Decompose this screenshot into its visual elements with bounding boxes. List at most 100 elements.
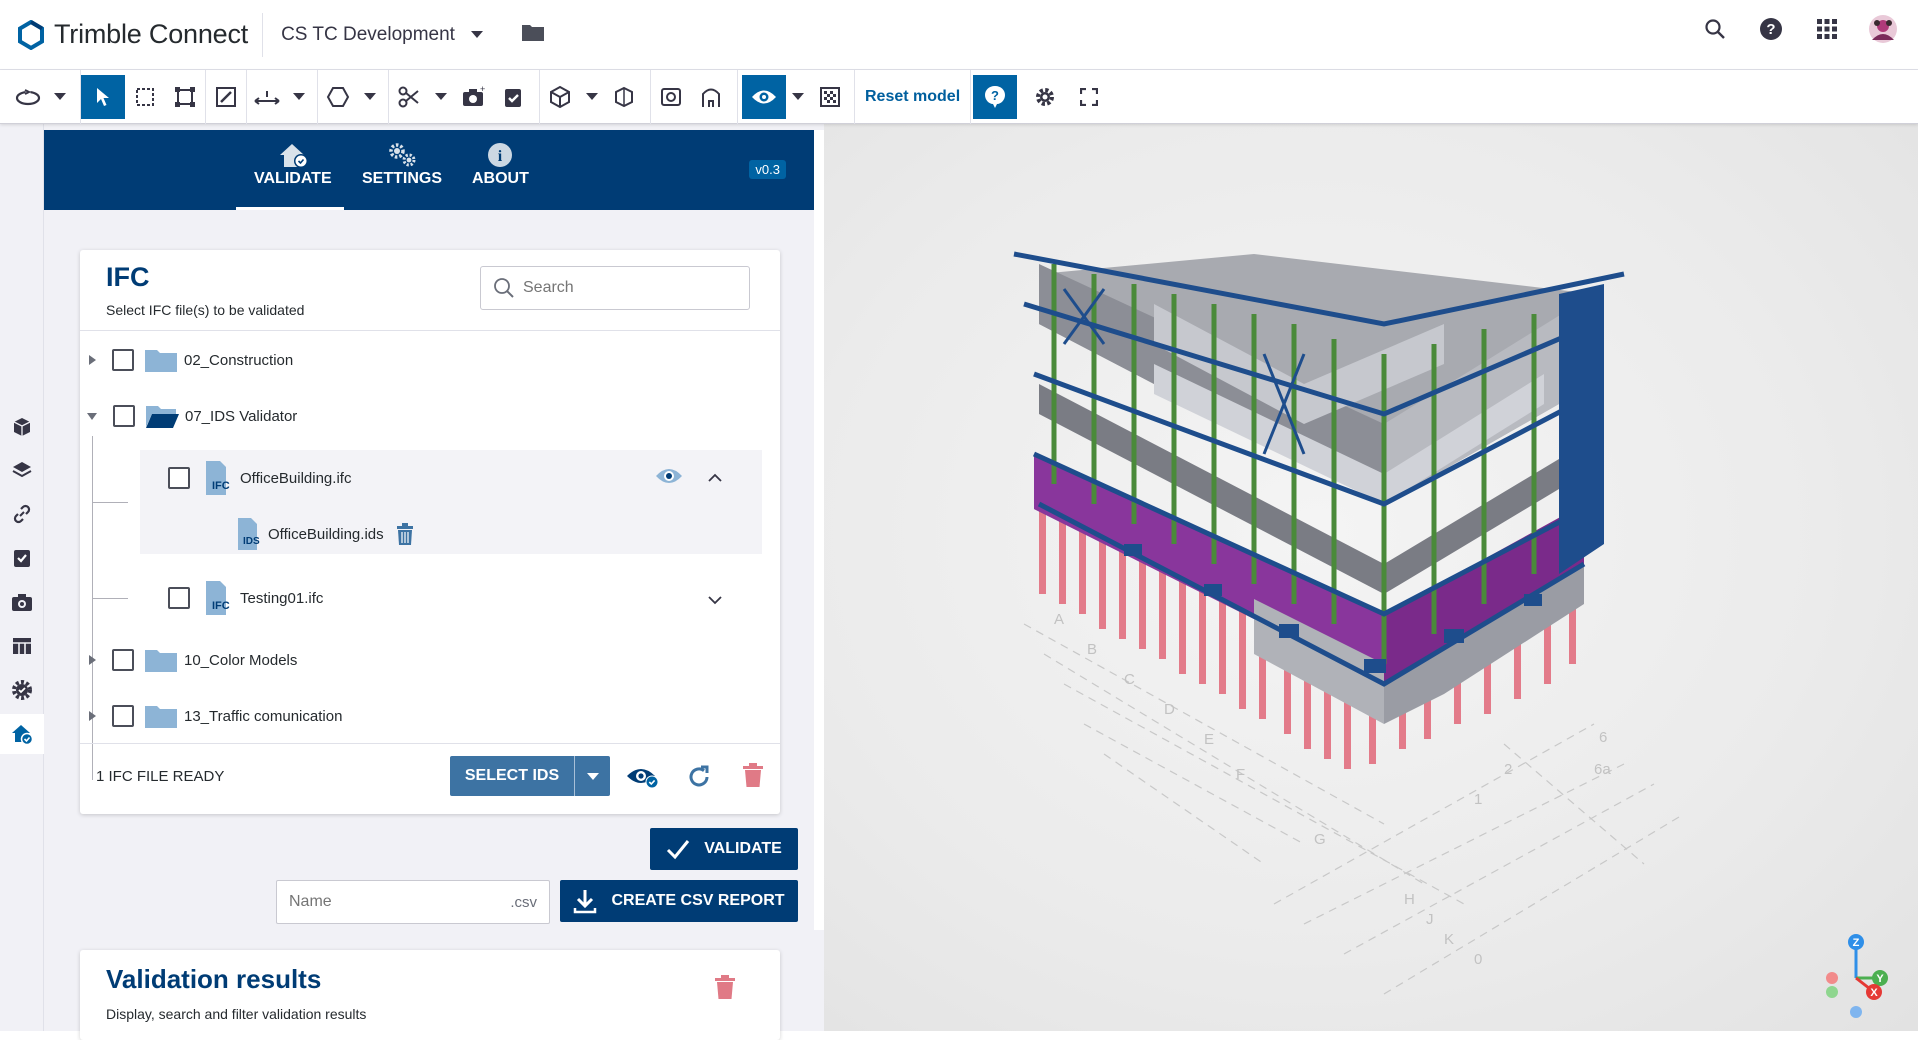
expand-arrow-icon[interactable] (89, 355, 96, 365)
folder-row[interactable]: 10_Color Models (89, 640, 297, 680)
3d-viewport[interactable]: A B C D E F G H J K 1 2 6 6a 0 Z Y X (824, 124, 1918, 1031)
help-icon[interactable]: ? (1756, 14, 1786, 44)
ids-validator-nav-icon[interactable] (0, 714, 44, 754)
download-icon (574, 890, 597, 914)
orbit-icon[interactable] (8, 75, 48, 119)
svg-text:?: ? (991, 88, 999, 103)
file-checkbox[interactable] (168, 467, 190, 489)
snapshot-icon[interactable]: + (453, 75, 493, 119)
eye-visible-icon[interactable] (655, 466, 683, 491)
folder-row[interactable]: 02_Construction (89, 340, 293, 380)
chevron-down-icon[interactable] (575, 772, 610, 780)
reset-model-button[interactable]: Reset model (855, 75, 970, 119)
axis-gizmo[interactable]: Z Y X (1818, 930, 1898, 1020)
app-header: Trimble Connect CS TC Development ? (0, 0, 1918, 70)
project-name: CS TC Development (281, 23, 455, 45)
folder-open-icon (146, 406, 179, 428)
search-icon[interactable] (1700, 14, 1730, 44)
folder-checkbox[interactable] (113, 405, 135, 427)
cut-dropdown-icon[interactable] (429, 75, 453, 119)
eye-check-icon[interactable] (626, 764, 660, 795)
folder-checkbox[interactable] (112, 649, 134, 671)
measure-dropdown-icon[interactable] (287, 75, 311, 119)
tab-settings[interactable]: SETTINGS (362, 140, 442, 188)
folder-row[interactable]: 13_Traffic comunication (89, 696, 342, 736)
layers-icon[interactable] (0, 450, 44, 490)
refresh-icon[interactable] (686, 764, 712, 795)
gears-icon (385, 140, 419, 170)
expand-arrow-icon[interactable] (89, 655, 96, 665)
folder-row[interactable]: 07_IDS Validator (87, 396, 297, 436)
file-row[interactable]: IFC OfficeBuilding.ifc (168, 458, 351, 498)
hide-cube-icon[interactable] (604, 75, 644, 119)
trash-icon[interactable] (742, 762, 764, 793)
help-bubble-icon[interactable]: ? (973, 74, 1018, 119)
folder-checkbox[interactable] (112, 349, 134, 371)
folder-icon[interactable] (521, 22, 545, 47)
brand-name: Trimble Connect (54, 19, 249, 49)
panel-scrollbar[interactable] (814, 130, 824, 930)
svg-text:B: B (1087, 641, 1097, 658)
chevron-down-icon[interactable] (708, 592, 722, 610)
camera-icon[interactable] (0, 582, 44, 622)
divider (80, 330, 780, 331)
extension-header: VALIDATE SETTINGS i ABOUT v0.3 (44, 130, 814, 210)
transparency-icon[interactable] (810, 75, 850, 119)
viewpoints-icon[interactable] (651, 75, 691, 119)
file-row[interactable]: IFC Testing01.ifc (168, 578, 323, 618)
trimble-logo-icon (18, 19, 44, 50)
section-dropdown-icon[interactable] (358, 75, 382, 119)
apps-grid-icon[interactable] (1812, 14, 1842, 44)
validation-results-card: Validation results Display, search and f… (80, 950, 780, 1040)
clipboard-check-icon[interactable] (493, 75, 533, 119)
visibility-eye-icon[interactable] (742, 74, 786, 119)
collapse-arrow-icon[interactable] (87, 412, 97, 420)
select-pointer-icon[interactable] (81, 74, 125, 119)
folder-checkbox[interactable] (112, 705, 134, 727)
avatar[interactable] (1868, 14, 1898, 44)
extension-gear-icon[interactable] (0, 670, 44, 710)
fullscreen-icon[interactable] (1069, 75, 1109, 119)
cube-dropdown-icon[interactable] (580, 75, 604, 119)
section-shape-icon[interactable] (318, 75, 358, 119)
settings-gear-icon[interactable] (1025, 75, 1065, 119)
table-icon[interactable] (0, 626, 44, 666)
tab-validate[interactable]: VALIDATE (254, 140, 332, 188)
cube-view-icon[interactable] (540, 75, 580, 119)
validate-label: VALIDATE (704, 840, 782, 857)
select-ids-button[interactable]: SELECT IDS (450, 756, 610, 796)
models-cube-icon[interactable] (0, 407, 44, 447)
walk-mode-icon[interactable] (691, 75, 731, 119)
validate-button[interactable]: VALIDATE (650, 828, 798, 870)
status-text: 1 IFC FILE READY (96, 768, 225, 785)
cut-scissors-icon[interactable] (389, 75, 429, 119)
orbit-dropdown-icon[interactable] (48, 75, 72, 119)
expand-arrow-icon[interactable] (89, 711, 96, 721)
select-ids-label: SELECT IDS (464, 767, 560, 784)
area-select-icon[interactable] (165, 75, 205, 119)
search-box[interactable] (480, 266, 750, 310)
clipboard-check-nav-icon[interactable] (0, 538, 44, 578)
markup-icon[interactable] (206, 75, 246, 119)
tree-line (92, 598, 128, 599)
csv-suffix: .csv (510, 893, 537, 911)
create-csv-report-button[interactable]: CREATE CSV REPORT (560, 880, 798, 922)
search-input[interactable] (523, 279, 723, 297)
link-icon[interactable] (0, 494, 44, 534)
visibility-dropdown-icon[interactable] (786, 75, 810, 119)
csv-name-field[interactable]: .csv (276, 880, 550, 924)
csv-name-input[interactable] (289, 893, 511, 911)
svg-text:A: A (1054, 611, 1064, 628)
folder-name: 13_Traffic comunication (184, 707, 343, 725)
chevron-up-icon[interactable] (708, 470, 722, 488)
left-navigation (0, 124, 44, 1031)
file-checkbox[interactable] (168, 587, 190, 609)
trash-icon[interactable] (714, 974, 736, 1005)
box-select-icon[interactable] (125, 75, 165, 119)
project-selector[interactable]: CS TC Development (281, 24, 483, 46)
tab-about[interactable]: i ABOUT (472, 140, 529, 188)
viewer-toolbar: + Reset model ? (0, 69, 1918, 124)
measure-icon[interactable] (247, 75, 287, 119)
brand[interactable]: Trimble Connect (16, 0, 248, 70)
trash-icon[interactable] (396, 523, 414, 545)
